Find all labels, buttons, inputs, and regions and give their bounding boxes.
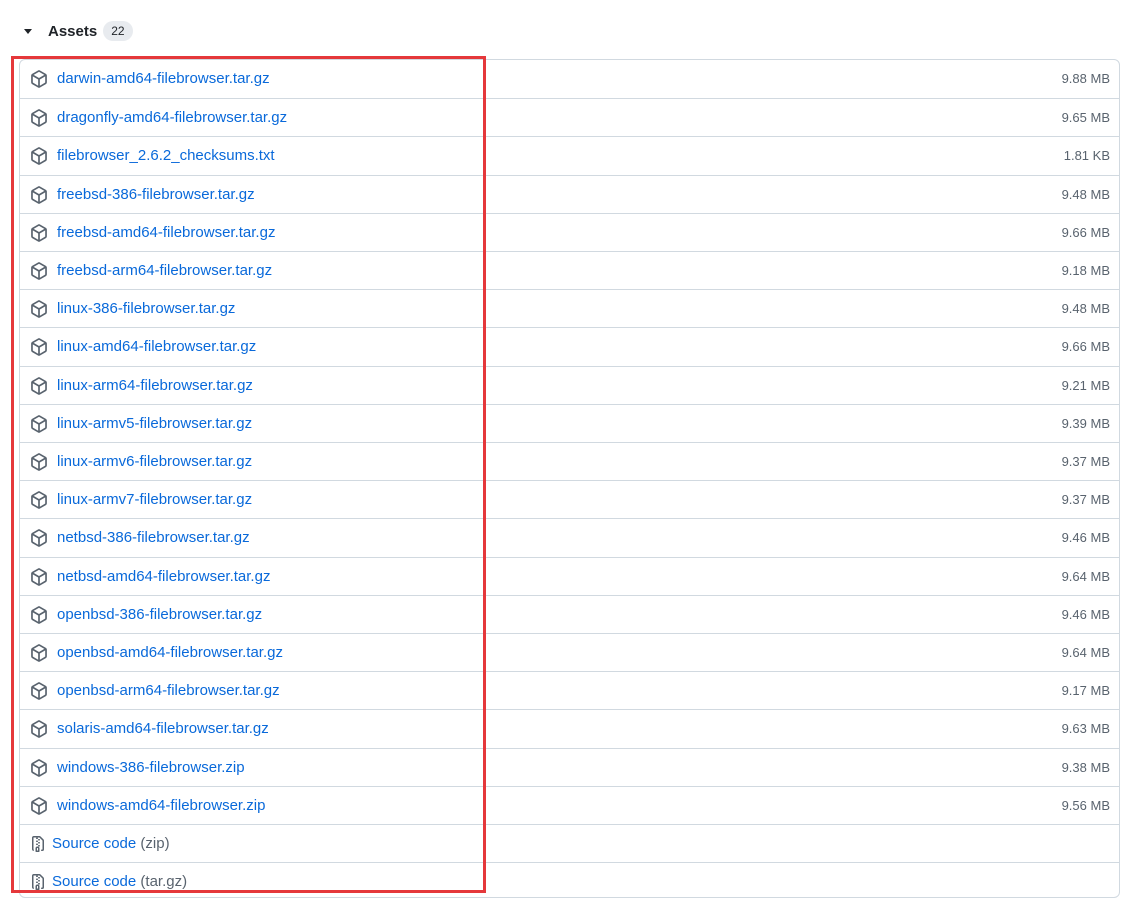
- asset-row: netbsd-386-filebrowser.tar.gz 9.46 MB: [20, 518, 1119, 556]
- asset-download-link[interactable]: linux-armv6-filebrowser.tar.gz: [57, 452, 252, 472]
- asset-download-link[interactable]: linux-arm64-filebrowser.tar.gz: [57, 376, 253, 396]
- asset-size: 9.64 MB: [1061, 645, 1110, 660]
- asset-row: openbsd-386-filebrowser.tar.gz 9.46 MB: [20, 595, 1119, 633]
- asset-row: freebsd-386-filebrowser.tar.gz 9.48 MB: [20, 175, 1119, 213]
- asset-row: linux-amd64-filebrowser.tar.gz 9.66 MB: [20, 327, 1119, 365]
- package-icon: [30, 262, 48, 280]
- asset-row: windows-amd64-filebrowser.zip 9.56 MB: [20, 786, 1119, 824]
- source-code-label: Source code: [52, 873, 137, 890]
- package-icon: [30, 109, 48, 127]
- asset-download-link[interactable]: filebrowser_2.6.2_checksums.txt: [57, 146, 275, 166]
- assets-count-badge: 22: [103, 21, 133, 41]
- asset-size: 9.64 MB: [1061, 569, 1110, 584]
- asset-row: openbsd-amd64-filebrowser.tar.gz 9.64 MB: [20, 633, 1119, 671]
- asset-row: freebsd-arm64-filebrowser.tar.gz 9.18 MB: [20, 251, 1119, 289]
- file-zip-icon: [30, 835, 46, 853]
- source-code-label: Source code: [52, 835, 137, 852]
- asset-size: 9.46 MB: [1061, 530, 1110, 545]
- package-icon: [30, 568, 48, 586]
- assets-toggle[interactable]: Assets 22: [22, 18, 133, 44]
- package-icon: [30, 377, 48, 395]
- asset-size: 9.37 MB: [1061, 454, 1110, 469]
- source-code-link[interactable]: Source code (zip): [52, 834, 170, 854]
- asset-size: 9.48 MB: [1061, 301, 1110, 316]
- source-code-link[interactable]: Source code (tar.gz): [52, 872, 187, 892]
- asset-row: linux-armv6-filebrowser.tar.gz 9.37 MB: [20, 442, 1119, 480]
- asset-row: linux-386-filebrowser.tar.gz 9.48 MB: [20, 289, 1119, 327]
- asset-size: 9.48 MB: [1061, 187, 1110, 202]
- asset-row: netbsd-amd64-filebrowser.tar.gz 9.64 MB: [20, 557, 1119, 595]
- asset-download-link[interactable]: freebsd-386-filebrowser.tar.gz: [57, 185, 255, 205]
- asset-row: solaris-amd64-filebrowser.tar.gz 9.63 MB: [20, 709, 1119, 747]
- source-code-row: Source code (zip): [20, 824, 1119, 862]
- asset-download-link[interactable]: netbsd-386-filebrowser.tar.gz: [57, 528, 250, 548]
- asset-row: dragonfly-amd64-filebrowser.tar.gz 9.65 M…: [20, 98, 1119, 136]
- package-icon: [30, 720, 48, 738]
- source-code-ext: (tar.gz): [140, 873, 188, 890]
- asset-row: linux-armv5-filebrowser.tar.gz 9.39 MB: [20, 404, 1119, 442]
- source-code-row: Source code (tar.gz): [20, 862, 1119, 897]
- asset-download-link[interactable]: solaris-amd64-filebrowser.tar.gz: [57, 719, 269, 739]
- asset-download-link[interactable]: linux-armv7-filebrowser.tar.gz: [57, 490, 252, 510]
- asset-size: 9.88 MB: [1061, 71, 1110, 86]
- asset-download-link[interactable]: windows-amd64-filebrowser.zip: [57, 796, 265, 816]
- package-icon: [30, 186, 48, 204]
- asset-download-link[interactable]: freebsd-arm64-filebrowser.tar.gz: [57, 261, 272, 281]
- source-code-ext: (zip): [140, 835, 170, 852]
- asset-download-link[interactable]: dragonfly-amd64-filebrowser.tar.gz: [57, 108, 287, 128]
- asset-size: 9.56 MB: [1061, 798, 1110, 813]
- asset-size: 1.81 KB: [1063, 148, 1110, 163]
- asset-download-link[interactable]: darwin-amd64-filebrowser.tar.gz: [57, 69, 270, 89]
- package-icon: [30, 338, 48, 356]
- asset-size: 9.17 MB: [1061, 683, 1110, 698]
- asset-size: 9.65 MB: [1061, 110, 1110, 125]
- asset-size: 9.66 MB: [1061, 339, 1110, 354]
- package-icon: [30, 529, 48, 547]
- asset-download-link[interactable]: netbsd-amd64-filebrowser.tar.gz: [57, 567, 270, 587]
- package-icon: [30, 453, 48, 471]
- package-icon: [30, 606, 48, 624]
- asset-row: windows-386-filebrowser.zip 9.38 MB: [20, 748, 1119, 786]
- asset-size: 9.39 MB: [1061, 416, 1110, 431]
- package-icon: [30, 70, 48, 88]
- asset-size: 9.21 MB: [1061, 378, 1110, 393]
- asset-size: 9.38 MB: [1061, 760, 1110, 775]
- asset-row: linux-armv7-filebrowser.tar.gz 9.37 MB: [20, 480, 1119, 518]
- assets-title: Assets: [48, 22, 98, 40]
- asset-download-link[interactable]: linux-amd64-filebrowser.tar.gz: [57, 337, 256, 357]
- asset-size: 9.18 MB: [1061, 263, 1110, 278]
- package-icon: [30, 491, 48, 509]
- asset-size: 9.66 MB: [1061, 225, 1110, 240]
- package-icon: [30, 300, 48, 318]
- asset-download-link[interactable]: linux-386-filebrowser.tar.gz: [57, 299, 235, 319]
- asset-size: 9.46 MB: [1061, 607, 1110, 622]
- package-icon: [30, 224, 48, 242]
- package-icon: [30, 682, 48, 700]
- package-icon: [30, 759, 48, 777]
- asset-row: darwin-amd64-filebrowser.tar.gz 9.88 MB: [20, 60, 1119, 98]
- package-icon: [30, 415, 48, 433]
- assets-list: darwin-amd64-filebrowser.tar.gz 9.88 MB dr…: [19, 59, 1120, 898]
- asset-download-link[interactable]: linux-armv5-filebrowser.tar.gz: [57, 414, 252, 434]
- package-icon: [30, 644, 48, 662]
- asset-size: 9.37 MB: [1061, 492, 1110, 507]
- triangle-down-icon: [24, 29, 32, 34]
- asset-row: freebsd-amd64-filebrowser.tar.gz 9.66 MB: [20, 213, 1119, 251]
- file-zip-icon: [30, 873, 46, 891]
- asset-download-link[interactable]: windows-386-filebrowser.zip: [57, 758, 245, 778]
- package-icon: [30, 147, 48, 165]
- asset-download-link[interactable]: openbsd-386-filebrowser.tar.gz: [57, 605, 262, 625]
- asset-row: linux-arm64-filebrowser.tar.gz 9.21 MB: [20, 366, 1119, 404]
- asset-download-link[interactable]: openbsd-amd64-filebrowser.tar.gz: [57, 643, 283, 663]
- asset-download-link[interactable]: freebsd-amd64-filebrowser.tar.gz: [57, 223, 275, 243]
- asset-row: filebrowser_2.6.2_checksums.txt 1.81 KB: [20, 136, 1119, 174]
- asset-row: openbsd-arm64-filebrowser.tar.gz 9.17 MB: [20, 671, 1119, 709]
- package-icon: [30, 797, 48, 815]
- asset-download-link[interactable]: openbsd-arm64-filebrowser.tar.gz: [57, 681, 280, 701]
- asset-size: 9.63 MB: [1061, 721, 1110, 736]
